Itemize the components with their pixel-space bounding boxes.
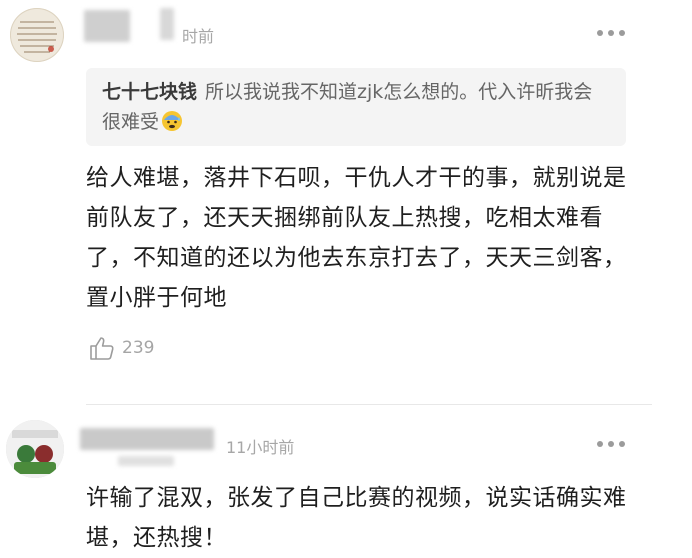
comment-text: 许输了混双，张发了自己比赛的视频，说实话确实难堪，还热搜！ (86, 485, 627, 551)
divider (86, 404, 652, 405)
anxious-sweat-face-emoji (162, 111, 183, 131)
username-censored[interactable] (160, 8, 174, 40)
like-button[interactable]: 239 (88, 334, 154, 362)
thumbs-up-icon (90, 337, 114, 360)
username-censored[interactable] (80, 428, 214, 450)
quoted-reply[interactable]: 七十七块钱 所以我说我不知道zjk怎么想的。代入许昕我会很难受 (86, 68, 626, 146)
like-count: 239 (122, 338, 155, 358)
more-dots-icon[interactable] (597, 28, 625, 38)
username-censored[interactable] (84, 10, 130, 42)
username-censored (118, 456, 174, 466)
cartoon-avatar-icon (6, 420, 64, 478)
comment-text: 给人难堪，落井下石呗，干仇人才干的事，就别说是前队友了，还天天捆绑前队友上热搜，… (86, 165, 627, 311)
avatar[interactable] (10, 8, 64, 62)
timestamp: 时前 (182, 27, 215, 46)
timestamp: 11小时前 (226, 438, 295, 457)
more-dots-icon[interactable] (597, 439, 625, 449)
calligraphy-avatar-icon (17, 21, 57, 53)
quoted-author[interactable]: 七十七块钱 (102, 81, 197, 103)
avatar[interactable] (6, 420, 64, 478)
